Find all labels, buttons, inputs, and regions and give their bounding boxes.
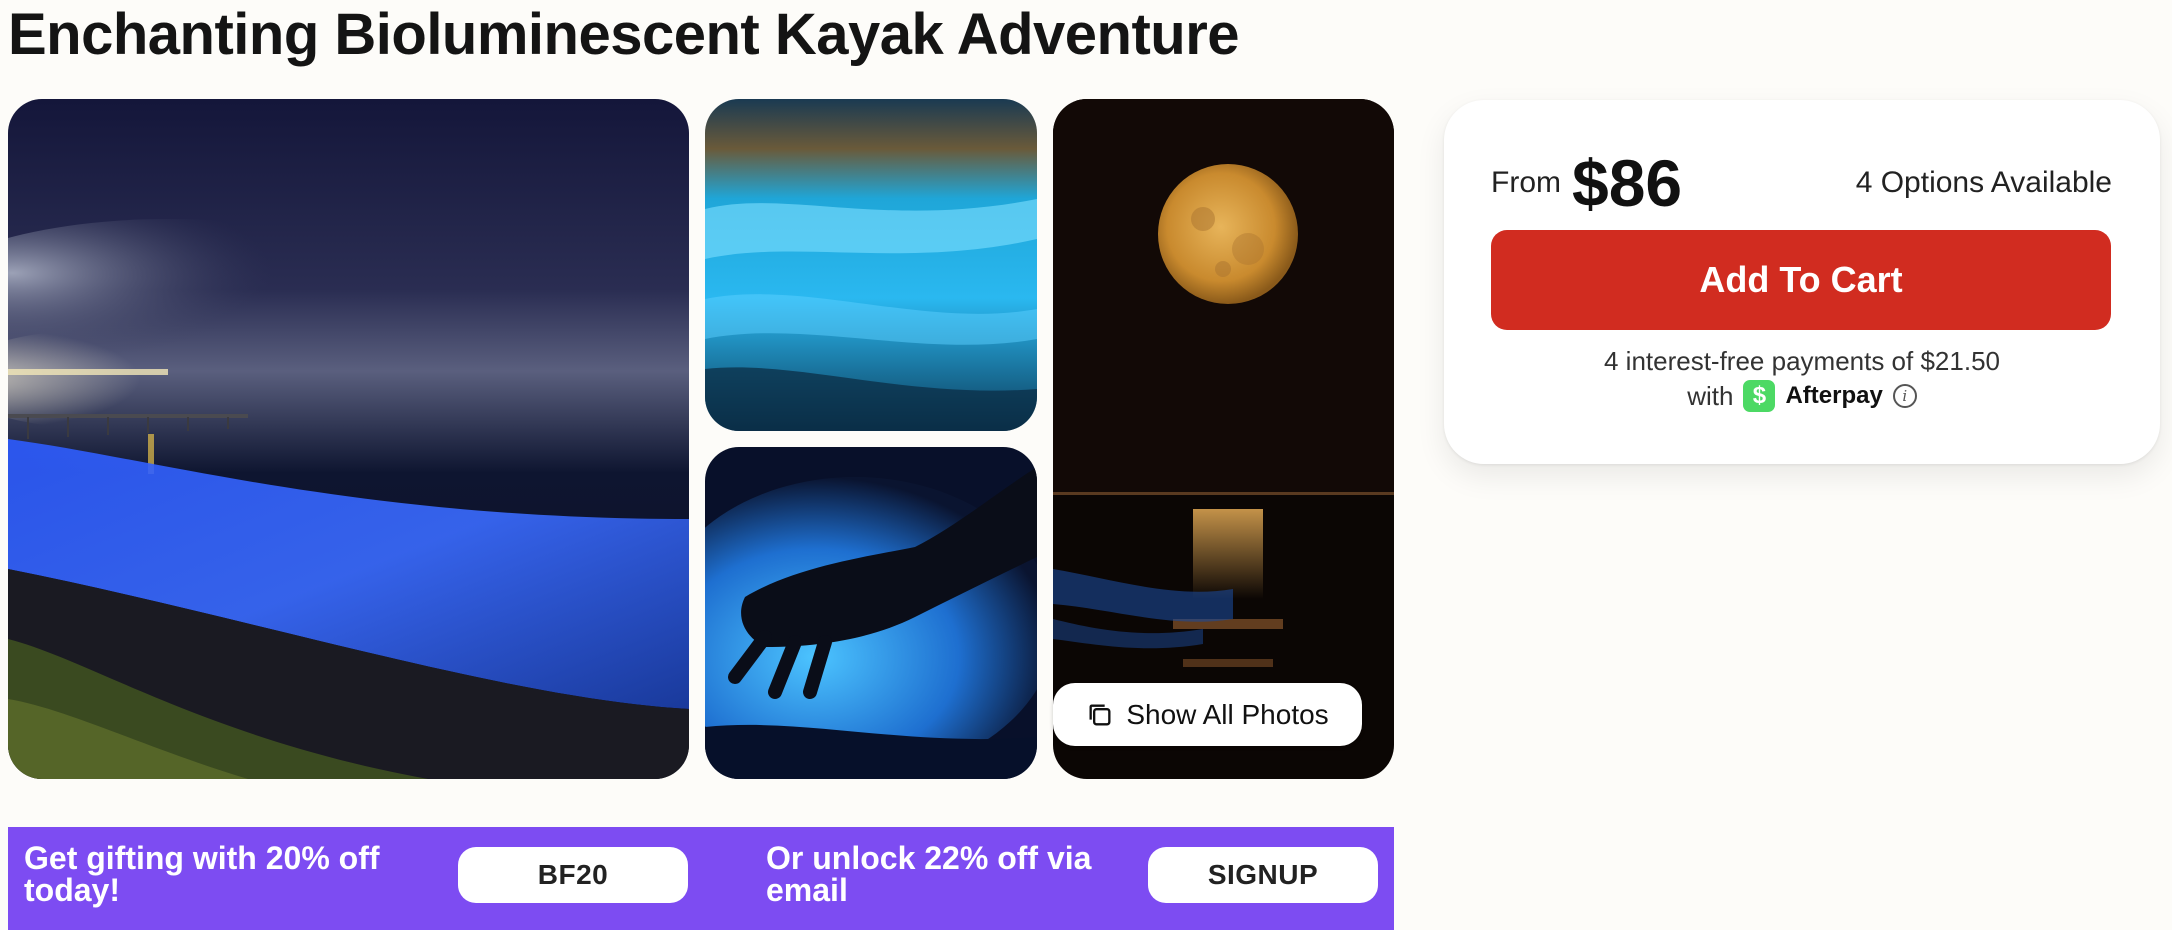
info-icon[interactable]: i	[1892, 384, 1917, 408]
promo-offer-text-2: Or unlock 22% off via email	[766, 840, 1092, 908]
copy-icon	[1089, 704, 1111, 725]
promo-code-button-bf20[interactable]: BF20	[458, 847, 688, 903]
photo-bioluminescent-shoreline[interactable]	[8, 99, 689, 779]
show-all-photos-label: Show All Photos	[1126, 698, 1329, 730]
installments-text: 4 interest-free payments of $21.50	[1603, 346, 2000, 376]
options-available[interactable]: 4 Options Available	[1856, 166, 2112, 200]
afterpay-logo-icon: $	[1743, 380, 1776, 412]
photo-glowing-wave[interactable]	[705, 99, 1037, 431]
afterpay-line: with $ Afterpay i	[1444, 380, 2160, 412]
promo-banner: Get gifting with 20% off today! BF20 Or …	[8, 827, 1394, 930]
from-label: From	[1491, 166, 1561, 199]
promo-offer-text-1: Get gifting with 20% off today!	[24, 840, 380, 908]
booking-card: From $86 4 Options Available Add To Cart…	[1444, 100, 2160, 464]
add-to-cart-button[interactable]: Add To Cart	[1491, 230, 2111, 330]
photo-glowing-hand[interactable]	[705, 447, 1037, 779]
page-title: Enchanting Bioluminescent Kayak Adventur…	[8, 2, 1240, 67]
photo-2-image	[705, 99, 1037, 431]
photo-1-image	[8, 99, 689, 779]
price: $86	[1572, 146, 1683, 220]
promo-signup-button[interactable]: SIGNUP	[1148, 847, 1378, 903]
afterpay-name: Afterpay	[1785, 382, 1883, 409]
photo-full-moon[interactable]	[1053, 99, 1394, 779]
photo-3-image	[705, 447, 1037, 779]
show-all-photos-button[interactable]: Show All Photos	[1053, 683, 1362, 746]
photo-4-image	[1053, 99, 1394, 779]
with-label: with	[1687, 380, 1734, 411]
